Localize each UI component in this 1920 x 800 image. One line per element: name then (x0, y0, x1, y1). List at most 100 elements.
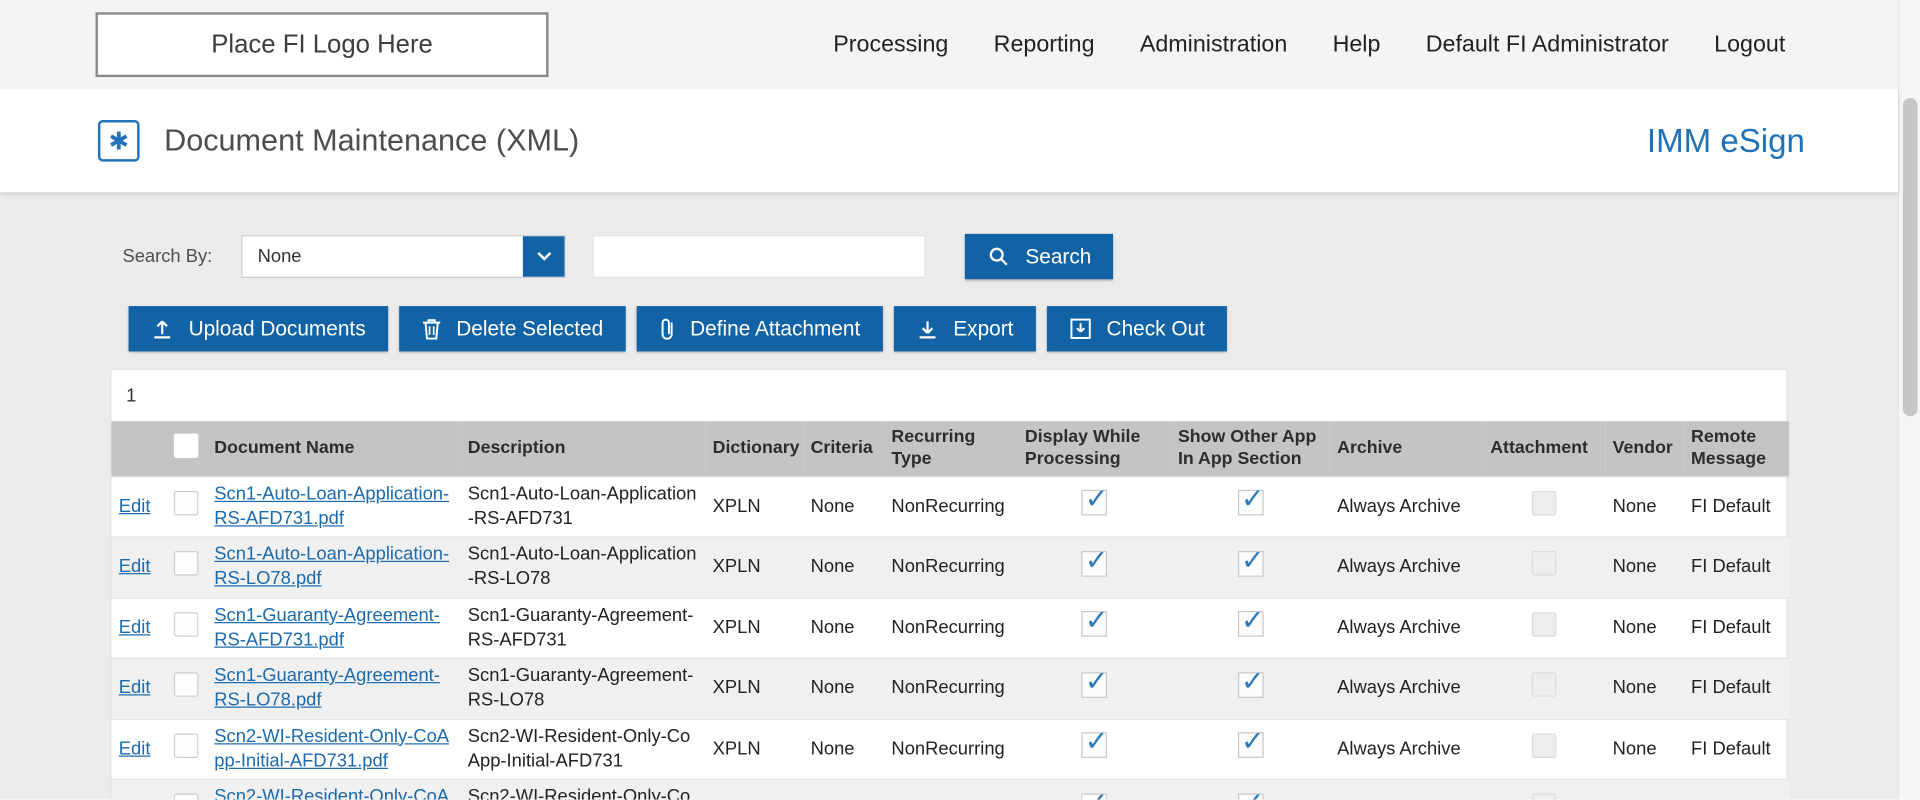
checked-indicator: ✓ (1237, 732, 1263, 758)
pagination: 1 (111, 370, 1786, 421)
recurring-type-cell: NonRecurring (884, 779, 1017, 799)
column-header-dictionary: Dictionary (705, 421, 803, 476)
display-while-processing-cell: ✓ (1018, 658, 1171, 719)
nav-item-default-fi-administrator[interactable]: Default FI Administrator (1426, 31, 1669, 58)
column-header-display_while_processing: Display While Processing (1018, 421, 1171, 476)
display-while-processing-cell: ✓ (1018, 476, 1171, 537)
button-label: Define Attachment (690, 317, 860, 341)
checked-indicator: ✓ (1237, 672, 1263, 698)
check-out-button[interactable]: Check Out (1047, 306, 1227, 351)
export-button[interactable]: Export (893, 306, 1035, 351)
recurring-type-cell: NonRecurring (884, 658, 1017, 719)
attachment-checkbox (1532, 794, 1556, 800)
remote-message-cell: FI Default (1684, 658, 1789, 719)
document-name-link[interactable]: Scn1-Guaranty-Agreement-RS-LO78.pdf (214, 665, 440, 711)
display-while-processing-cell: ✓ (1018, 779, 1171, 799)
edit-link[interactable]: Edit (119, 556, 151, 577)
search-input[interactable] (593, 235, 926, 278)
table-row: Edit Scn1-Guaranty-Agreement-RS-LO78.pdf S… (111, 658, 1789, 719)
show-other-app-cell: ✓ (1171, 779, 1330, 799)
edit-link[interactable]: Edit (119, 738, 151, 759)
edit-link[interactable]: Edit (119, 799, 151, 800)
display-while-processing-cell: ✓ (1018, 719, 1171, 780)
checked-indicator: ✓ (1237, 611, 1263, 637)
button-label: Delete Selected (456, 317, 603, 341)
nav-item-help[interactable]: Help (1333, 31, 1381, 58)
recurring-type-cell: NonRecurring (884, 719, 1017, 780)
check-out-icon (1069, 317, 1092, 340)
edit-link[interactable]: Edit (119, 495, 151, 516)
dictionary-cell: XPLN (705, 598, 803, 659)
edit-link[interactable]: Edit (119, 617, 151, 638)
vendor-cell: None (1605, 719, 1683, 780)
row-select-checkbox[interactable] (174, 551, 198, 575)
recurring-type-cell: NonRecurring (884, 537, 1017, 598)
page-number[interactable]: 1 (121, 383, 141, 409)
checked-indicator: ✓ (1237, 793, 1263, 800)
attachment-checkbox (1532, 491, 1556, 515)
application-window: Place FI Logo Here Processing Reporting Ad… (0, 0, 1920, 800)
row-select-checkbox[interactable] (174, 733, 198, 757)
row-select-checkbox[interactable] (174, 672, 198, 696)
search-by-dropdown-value: None (243, 236, 523, 276)
document-name-link[interactable]: Scn2-WI-Resident-Only-CoApp-Initial-AFD7… (214, 726, 449, 772)
show-other-app-cell: ✓ (1171, 537, 1330, 598)
dictionary-cell: XPLN (705, 476, 803, 537)
brand-logo: IMM eSign (1647, 122, 1805, 160)
document-name-link[interactable]: Scn1-Auto-Loan-Application-RS-AFD731.pdf (214, 483, 449, 529)
row-select-checkbox[interactable] (174, 612, 198, 636)
vendor-cell: None (1605, 658, 1683, 719)
dictionary-cell: XPLN (705, 537, 803, 598)
document-name-link[interactable]: Scn1-Auto-Loan-Application-RS-LO78.pdf (214, 544, 449, 590)
nav-item-processing[interactable]: Processing (833, 31, 948, 58)
fi-logo-placeholder: Place FI Logo Here (96, 12, 549, 77)
fi-logo-text: Place FI Logo Here (211, 30, 433, 59)
search-by-dropdown[interactable]: None (242, 235, 566, 278)
description-cell: Scn2-WI-Resident-Only-CoApp-Signature2-A… (460, 779, 705, 799)
dropdown-toggle-button[interactable] (523, 236, 565, 276)
checked-indicator: ✓ (1081, 793, 1107, 800)
column-header-recurring_type: Recurring Type (884, 421, 1017, 476)
column-header-document_name: Document Name (207, 421, 460, 476)
check-icon: ✓ (1085, 662, 1109, 700)
dictionary-cell: XPLN (705, 779, 803, 799)
row-select-checkbox[interactable] (174, 491, 198, 515)
table-row: Edit Scn2-WI-Resident-Only-CoApp-Signatur… (111, 779, 1789, 799)
trash-icon (421, 317, 442, 340)
document-name-link[interactable]: Scn2-WI-Resident-Only-CoApp-Signature2-A… (214, 786, 449, 799)
checked-indicator: ✓ (1081, 551, 1107, 577)
toolbar: Upload Documents Delete Selected Define At… (129, 306, 1898, 351)
archive-cell: Always Archive (1330, 658, 1483, 719)
check-icon: ✓ (1085, 480, 1109, 518)
description-cell: Scn1-Guaranty-Agreement-RS-LO78 (460, 658, 705, 719)
select-all-checkbox[interactable] (174, 433, 198, 457)
chevron-down-icon (536, 246, 552, 268)
nav-item-administration[interactable]: Administration (1140, 31, 1287, 58)
scrollbar-thumb[interactable] (1903, 98, 1918, 416)
remote-message-cell: FI Default (1684, 779, 1789, 799)
remote-message-cell: FI Default (1684, 537, 1789, 598)
search-row: Search By: None Search (122, 234, 1898, 279)
checked-indicator: ✓ (1237, 490, 1263, 516)
check-icon: ✓ (1241, 723, 1265, 761)
checked-indicator: ✓ (1081, 611, 1107, 637)
recurring-type-cell: NonRecurring (884, 598, 1017, 659)
vendor-cell: None (1605, 779, 1683, 799)
delete-selected-button[interactable]: Delete Selected (399, 306, 626, 351)
criteria-cell: None (803, 476, 884, 537)
document-name-link[interactable]: Scn1-Guaranty-Agreement-RS-AFD731.pdf (214, 604, 440, 650)
row-select-checkbox[interactable] (174, 794, 198, 800)
define-attachment-button[interactable]: Define Attachment (636, 306, 882, 351)
upload-documents-button[interactable]: Upload Documents (129, 306, 388, 351)
search-by-label: Search By: (122, 246, 212, 267)
column-header-select (167, 421, 207, 476)
column-header-description: Description (460, 421, 705, 476)
archive-cell: Always Archive (1330, 537, 1483, 598)
vertical-scrollbar[interactable] (1898, 0, 1920, 800)
button-label: Check Out (1107, 317, 1205, 341)
check-icon: ✓ (1241, 601, 1265, 639)
nav-item-logout[interactable]: Logout (1714, 31, 1785, 58)
nav-item-reporting[interactable]: Reporting (994, 31, 1095, 58)
edit-link[interactable]: Edit (119, 677, 151, 698)
search-button[interactable]: Search (965, 234, 1113, 279)
